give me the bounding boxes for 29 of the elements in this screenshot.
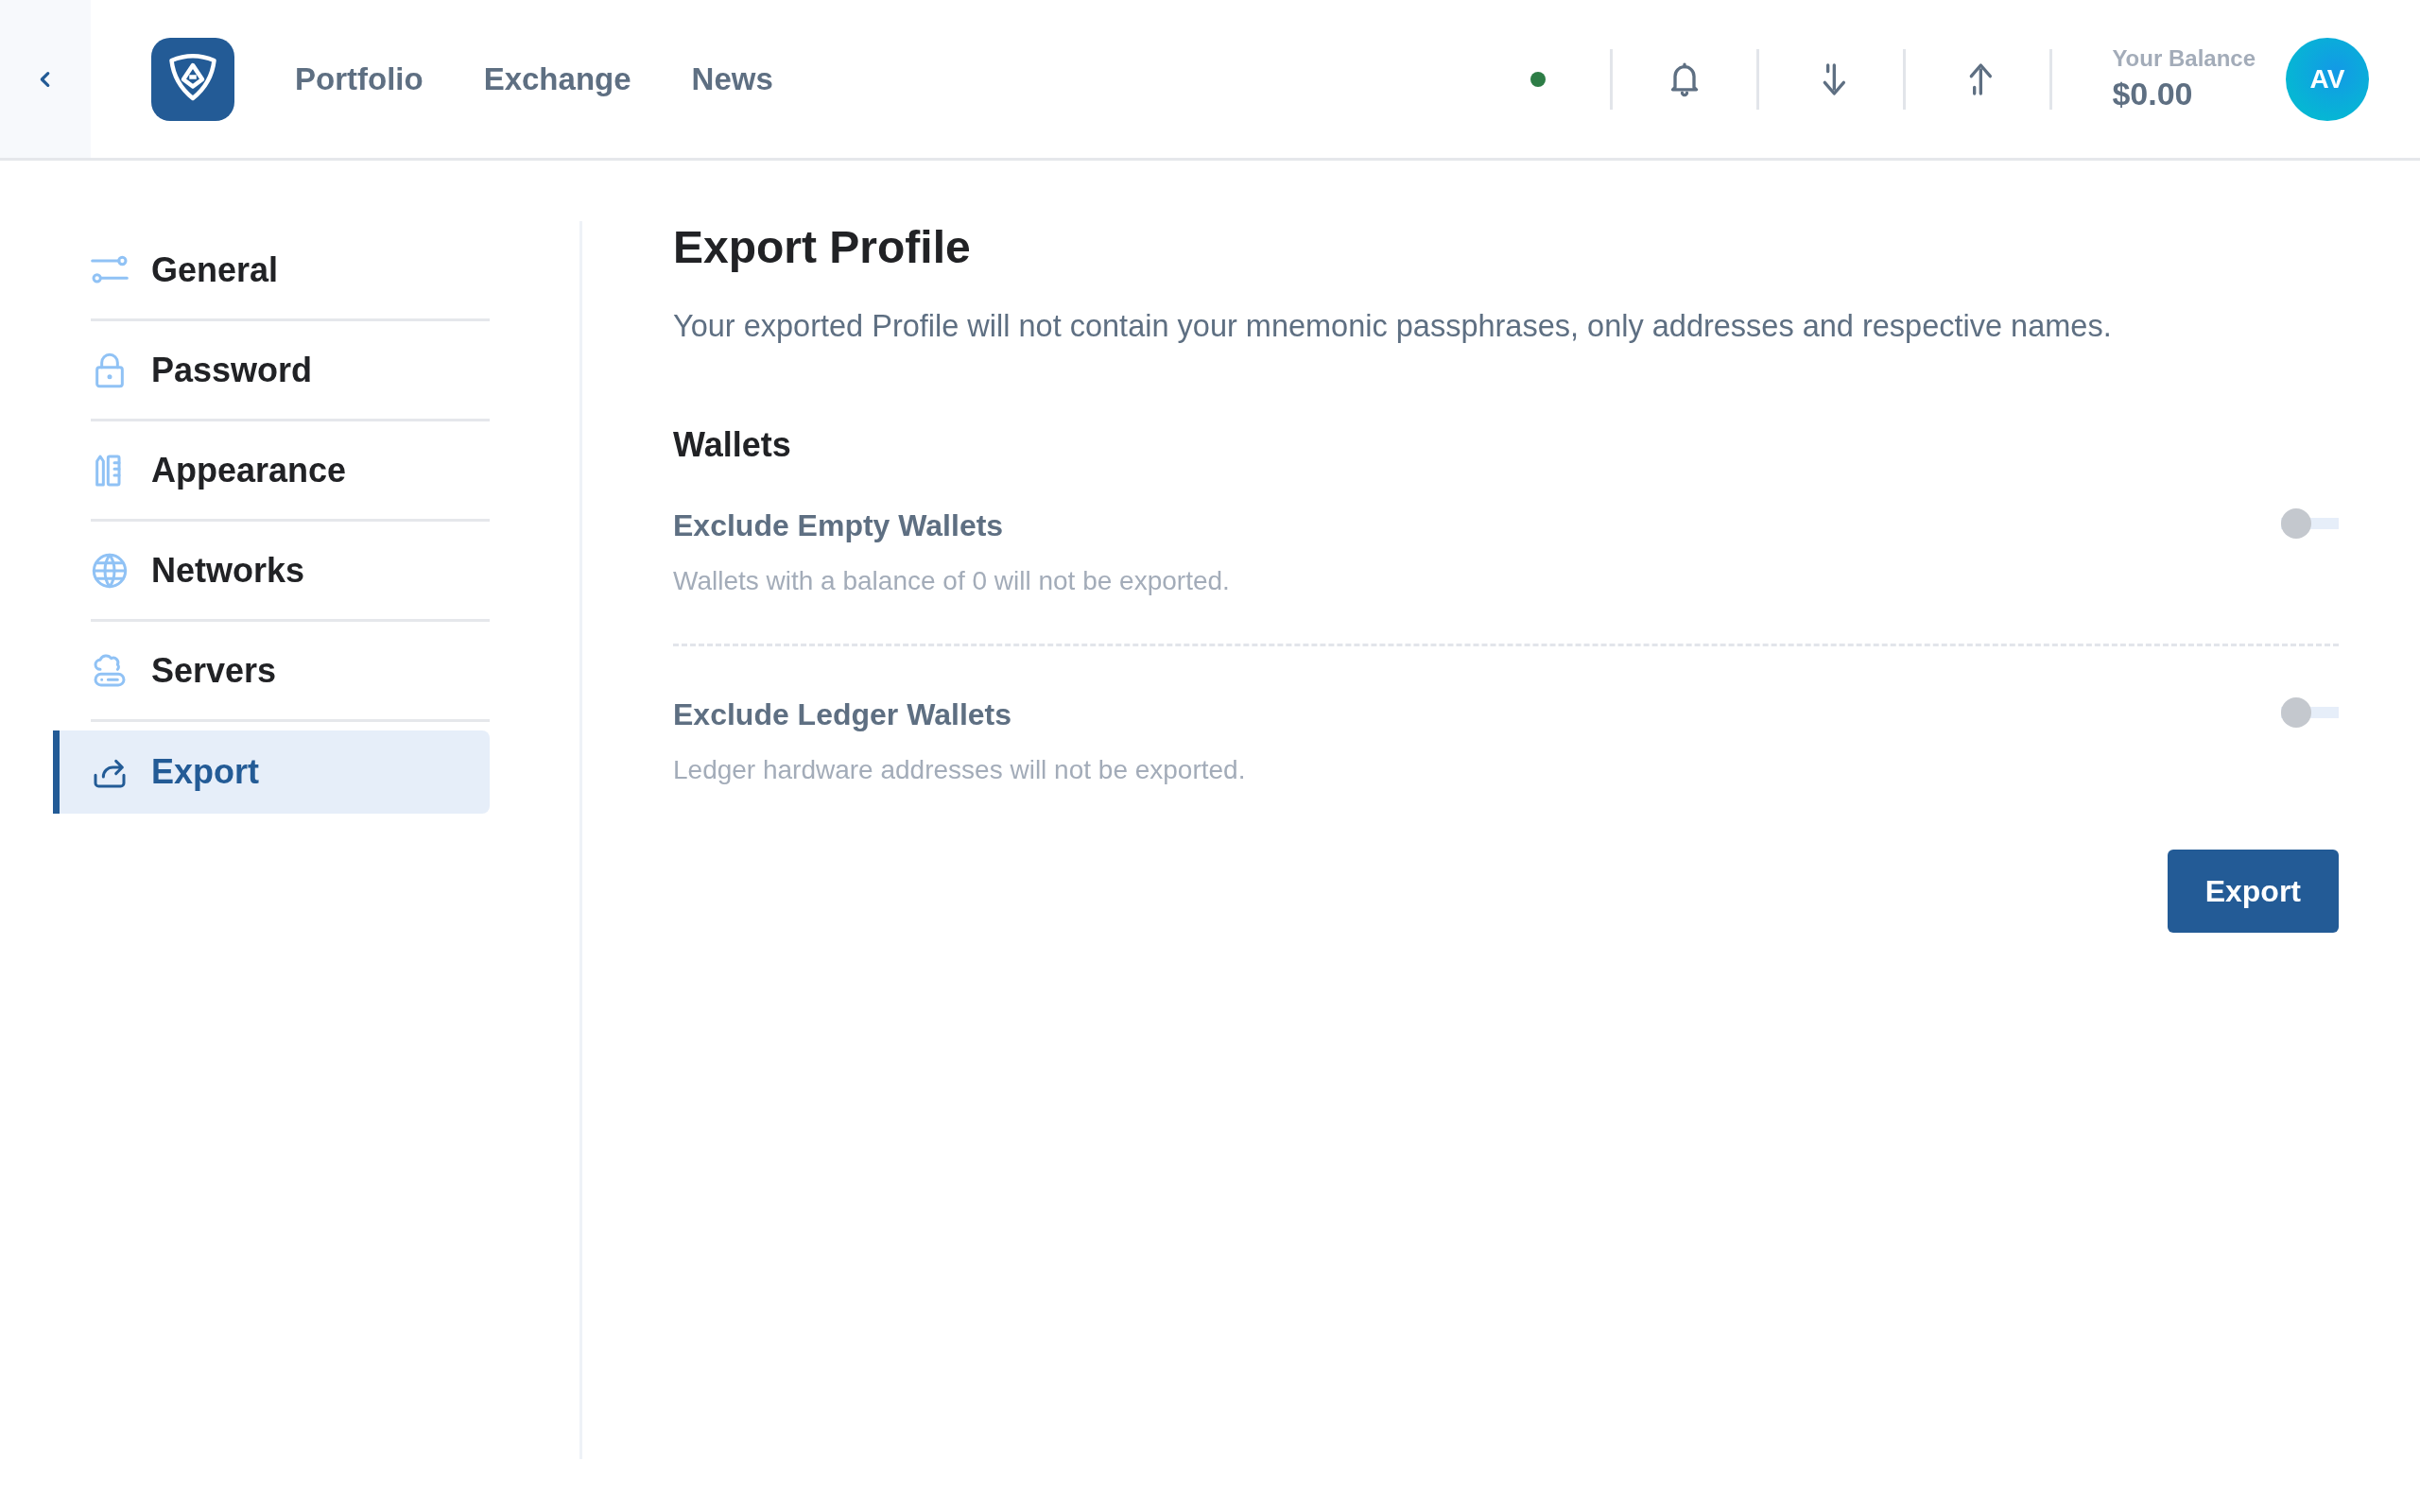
sidebar-item-label: Servers [151, 650, 277, 691]
toggle-knob[interactable] [2281, 508, 2311, 539]
sidebar-item[interactable]: Servers [91, 622, 490, 722]
option-hint: Ledger hardware addresses will not be exported. [673, 755, 1246, 785]
option-label: Exclude Empty Wallets [673, 508, 1005, 543]
option-label: Exclude Ledger Wallets [673, 697, 1013, 732]
sidebar-item-label: Export [151, 752, 259, 792]
back-button[interactable] [0, 0, 91, 158]
balance-label: Your Balance [2112, 45, 2256, 72]
sidebar-item-label: Password [151, 350, 313, 390]
page-description: Your exported Profile will not contain your mnemonic passphrases, only addresses and respective names. [673, 309, 2113, 344]
balance-amount: $0.00 [2112, 76, 2194, 112]
sidebar-item-label: General [151, 249, 279, 290]
sidebar-item[interactable]: Password [91, 321, 490, 421]
section-title: Wallets [673, 425, 792, 465]
sidebar-item[interactable]: General [91, 221, 490, 321]
sidebar-item[interactable]: Appearance [91, 421, 490, 522]
sidebar-item[interactable]: Networks [91, 522, 490, 622]
globe-icon [91, 551, 129, 590]
nav-link[interactable]: Exchange [483, 60, 631, 97]
nav-link[interactable]: News [691, 60, 773, 97]
nav-link[interactable]: Portfolio [295, 60, 424, 97]
sidebar-item-label: Networks [151, 550, 305, 591]
sidebar-item-label: Appearance [151, 450, 347, 490]
sidebar-item[interactable]: Export [53, 730, 490, 814]
page-title: Export Profile [673, 221, 972, 273]
export-button[interactable]: Export [2167, 850, 2339, 933]
toggle-knob[interactable] [2281, 697, 2311, 728]
option-hint: Wallets with a balance of 0 will not be exported. [673, 566, 1230, 596]
